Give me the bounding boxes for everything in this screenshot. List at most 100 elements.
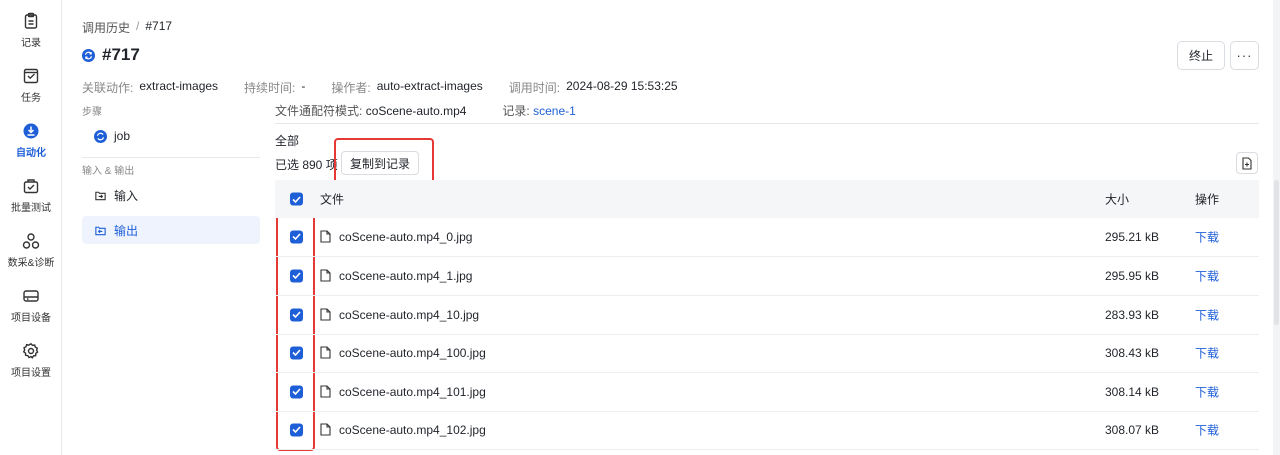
file-name: coScene-auto.mp4_100.jpg xyxy=(339,345,486,360)
gear-icon xyxy=(22,342,39,359)
export-list-button[interactable] xyxy=(1236,152,1258,174)
table-row: coScene-auto.mp4_10.jpg 283.93 kB 下载 xyxy=(275,296,1259,335)
header-size: 大小 xyxy=(1105,192,1130,207)
nav-item-batch-test[interactable]: 批量测试 xyxy=(0,175,62,223)
meta-time-key: 调用时间: xyxy=(508,81,561,95)
step-job-label: job xyxy=(114,129,131,143)
table-row: coScene-auto.mp4_102.jpg 308.07 kB 下载 xyxy=(275,411,1259,450)
breadcrumb-parent[interactable]: 调用历史 xyxy=(82,19,130,36)
nav-item-automation[interactable]: 自动化 xyxy=(0,120,62,168)
file-size: 308.14 kB xyxy=(1105,384,1160,399)
page-title: #717 xyxy=(82,45,140,65)
nav-item-settings[interactable]: 项目设置 xyxy=(0,340,62,388)
file-name: coScene-auto.mp4_1.jpg xyxy=(339,268,473,283)
file-name: coScene-auto.mp4_101.jpg xyxy=(339,384,486,399)
scrollbar-thumb[interactable] xyxy=(1274,180,1279,325)
file-name: coScene-auto.mp4_10.jpg xyxy=(339,307,480,322)
download-link[interactable]: 下载 xyxy=(1195,344,1219,361)
file-icon xyxy=(320,269,331,282)
file-name: coScene-auto.mp4_102.jpg xyxy=(339,422,486,437)
nav-label: 数采&诊断 xyxy=(7,258,55,269)
download-link[interactable]: 下载 xyxy=(1195,383,1219,400)
file-icon xyxy=(320,346,331,359)
record-key: 记录: xyxy=(502,104,530,118)
nav-item-records[interactable]: 记录 xyxy=(0,10,62,58)
diagnosis-icon xyxy=(22,233,40,249)
row-checkbox[interactable] xyxy=(290,308,303,322)
file-icon xyxy=(320,385,331,398)
nav-label: 记录 xyxy=(21,38,41,49)
app-root: 记录 任务 自动化 批量测试 数采&诊断 项目设备 项目设置 调用历史 / #7… xyxy=(0,0,1280,455)
download-link[interactable]: 下载 xyxy=(1195,421,1219,438)
row-checkbox[interactable] xyxy=(290,230,303,244)
nav-item-tasks[interactable]: 任务 xyxy=(0,65,62,113)
divider xyxy=(82,157,260,158)
nav-label: 项目设置 xyxy=(11,368,51,379)
file-size: 308.07 kB xyxy=(1105,422,1160,437)
meta-action-key: 关联动作: xyxy=(82,81,134,95)
check-icon xyxy=(292,388,301,396)
select-all-checkbox[interactable] xyxy=(290,192,303,206)
steps-heading: 步骤 xyxy=(82,107,102,118)
file-cell: coScene-auto.mp4_100.jpg xyxy=(320,346,486,360)
nav-item-devices[interactable]: 项目设备 xyxy=(0,285,62,333)
table-row: coScene-auto.mp4_1.jpg 295.95 kB 下载 xyxy=(275,257,1259,296)
row-checkbox[interactable] xyxy=(290,269,303,283)
io-heading: 输入 & 输出 xyxy=(82,166,135,177)
step-input[interactable]: 输入 xyxy=(82,181,260,209)
step-input-label: 输入 xyxy=(114,188,139,203)
step-output-label: 输出 xyxy=(114,223,139,238)
file-size: 295.21 kB xyxy=(1105,229,1160,244)
nav-label: 自动化 xyxy=(16,148,46,159)
step-job[interactable]: job xyxy=(82,122,260,150)
title-text: #717 xyxy=(102,45,140,64)
more-button[interactable]: ··· xyxy=(1230,41,1259,70)
breadcrumb-current: #717 xyxy=(145,19,173,33)
file-size: 308.43 kB xyxy=(1105,345,1160,360)
check-icon xyxy=(292,272,301,280)
task-icon xyxy=(23,68,39,84)
check-icon xyxy=(292,426,301,434)
record-link[interactable]: scene-1 xyxy=(533,104,576,118)
breadcrumb: 调用历史 / #717 xyxy=(82,19,172,36)
nav-label: 项目设备 xyxy=(11,313,51,324)
check-icon xyxy=(292,349,301,357)
stop-button[interactable]: 终止 xyxy=(1177,41,1225,70)
meta-operator-key: 操作者: xyxy=(331,81,371,95)
meta-row: 关联动作: extract-images 持续时间: - 操作者: auto-extr… xyxy=(82,79,704,96)
header-action: 操作 xyxy=(1195,192,1220,207)
step-output[interactable]: 输出 xyxy=(82,216,260,244)
file-icon xyxy=(320,230,331,243)
file-size: 295.95 kB xyxy=(1105,268,1160,283)
document-icon xyxy=(1242,156,1252,170)
row-checkbox[interactable] xyxy=(290,423,303,437)
running-status-icon xyxy=(94,129,107,143)
output-icon xyxy=(95,226,106,235)
nav-label: 批量测试 xyxy=(11,203,51,214)
running-status-icon xyxy=(82,48,95,62)
device-icon xyxy=(23,290,39,302)
meta-duration-value: - xyxy=(301,79,306,93)
meta-operator-value: auto-extract-images xyxy=(376,79,483,93)
file-cell: coScene-auto.mp4_101.jpg xyxy=(320,385,486,399)
download-link[interactable]: 下载 xyxy=(1195,306,1219,323)
download-link[interactable]: 下载 xyxy=(1195,267,1219,284)
file-icon xyxy=(320,423,331,436)
row-checkbox[interactable] xyxy=(290,385,303,399)
nav-label: 任务 xyxy=(21,93,41,104)
pattern-value: coScene-auto.mp4 xyxy=(365,104,467,118)
table-header: 文件 大小 操作 xyxy=(275,180,1259,218)
check-icon xyxy=(292,233,301,241)
divider xyxy=(275,123,1259,124)
meta-time-value: 2024-08-29 15:53:25 xyxy=(566,79,678,93)
filter-row: 文件通配符模式: coScene-auto.mp4 记录: scene-1 xyxy=(275,102,576,119)
nav-item-diagnosis[interactable]: 数采&诊断 xyxy=(0,230,62,278)
table-row: coScene-auto.mp4_101.jpg 308.14 kB 下载 xyxy=(275,373,1259,412)
download-link[interactable]: 下载 xyxy=(1195,228,1219,245)
row-checkbox[interactable] xyxy=(290,346,303,360)
file-icon xyxy=(320,308,331,321)
left-nav-rail: 记录 任务 自动化 批量测试 数采&诊断 项目设备 项目设置 xyxy=(0,0,62,455)
file-size: 283.93 kB xyxy=(1105,307,1160,322)
header-file: 文件 xyxy=(320,192,345,207)
file-cell: coScene-auto.mp4_1.jpg xyxy=(320,269,472,283)
